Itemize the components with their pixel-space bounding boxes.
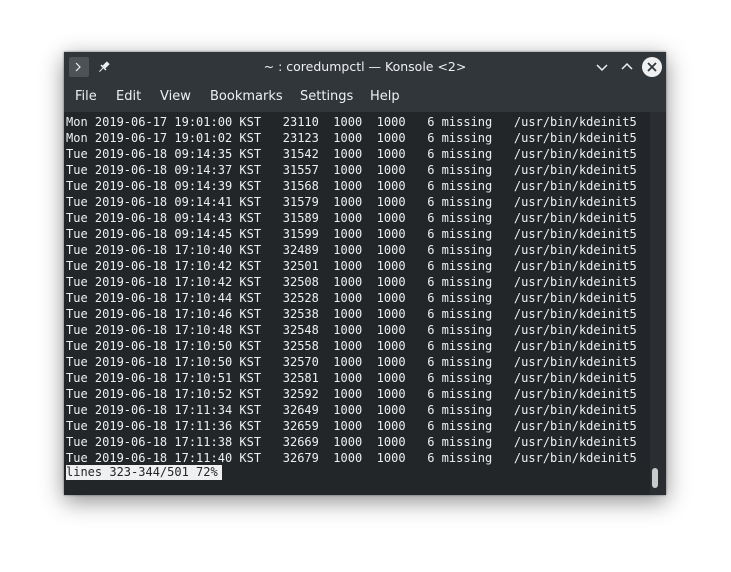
pager-status-line: lines 323-344/501 72% bbox=[66, 465, 222, 480]
terminal-line: Mon 2019-06-17 19:01:02 KST 23123 1000 1… bbox=[66, 131, 637, 145]
terminal-line: Tue 2019-06-18 17:10:42 KST 32508 1000 1… bbox=[66, 275, 637, 289]
chevron-down-icon bbox=[596, 64, 608, 72]
terminal-line: Tue 2019-06-18 09:14:41 KST 31579 1000 1… bbox=[66, 195, 637, 209]
terminal-line: Tue 2019-06-18 17:11:34 KST 32649 1000 1… bbox=[66, 403, 637, 417]
scrollbar-track[interactable] bbox=[650, 112, 666, 495]
title-bar[interactable]: ~ : coredumpctl — Konsole <2> bbox=[64, 52, 666, 82]
terminal-line: Tue 2019-06-18 17:11:38 KST 32669 1000 1… bbox=[66, 435, 637, 449]
terminal-line: Tue 2019-06-18 17:10:51 KST 32581 1000 1… bbox=[66, 371, 637, 385]
menu-file[interactable]: File bbox=[75, 82, 97, 112]
close-icon bbox=[647, 62, 657, 72]
menu-bookmarks[interactable]: Bookmarks bbox=[210, 82, 283, 112]
terminal-line: Tue 2019-06-18 17:10:46 KST 32538 1000 1… bbox=[66, 307, 637, 321]
window-title: ~ : coredumpctl — Konsole <2> bbox=[263, 59, 467, 74]
terminal-line: Tue 2019-06-18 17:10:50 KST 32570 1000 1… bbox=[66, 355, 637, 369]
close-button[interactable] bbox=[642, 57, 662, 77]
terminal-output[interactable]: Mon 2019-06-17 19:01:00 KST 23110 1000 1… bbox=[64, 112, 650, 495]
pin-icon[interactable] bbox=[94, 57, 114, 77]
menu-settings[interactable]: Settings bbox=[300, 82, 353, 112]
terminal-line: Tue 2019-06-18 17:11:36 KST 32659 1000 1… bbox=[66, 419, 637, 433]
terminal-line: Tue 2019-06-18 17:11:40 KST 32679 1000 1… bbox=[66, 451, 637, 465]
menu-edit[interactable]: Edit bbox=[116, 82, 141, 112]
terminal-line: Tue 2019-06-18 09:14:39 KST 31568 1000 1… bbox=[66, 179, 637, 193]
terminal-line: Tue 2019-06-18 17:10:52 KST 32592 1000 1… bbox=[66, 387, 637, 401]
menu-view[interactable]: View bbox=[160, 82, 191, 112]
terminal-line: Tue 2019-06-18 09:14:45 KST 31599 1000 1… bbox=[66, 227, 637, 241]
minimize-button[interactable] bbox=[592, 57, 612, 77]
scrollbar-thumb[interactable] bbox=[652, 468, 658, 488]
terminal-line: Tue 2019-06-18 17:10:44 KST 32528 1000 1… bbox=[66, 291, 637, 305]
menu-bar: File Edit View Bookmarks Settings Help bbox=[64, 82, 666, 112]
terminal-line: Tue 2019-06-18 17:10:42 KST 32501 1000 1… bbox=[66, 259, 637, 273]
konsole-icon[interactable] bbox=[69, 57, 89, 77]
terminal-line: Tue 2019-06-18 17:10:50 KST 32558 1000 1… bbox=[66, 339, 637, 353]
terminal-line: Tue 2019-06-18 09:14:43 KST 31589 1000 1… bbox=[66, 211, 637, 225]
terminal-line: Tue 2019-06-18 17:10:40 KST 32489 1000 1… bbox=[66, 243, 637, 257]
terminal-line: Tue 2019-06-18 09:14:35 KST 31542 1000 1… bbox=[66, 147, 637, 161]
maximize-button[interactable] bbox=[617, 57, 637, 77]
menu-help[interactable]: Help bbox=[370, 82, 400, 112]
terminal-line: Tue 2019-06-18 17:10:48 KST 32548 1000 1… bbox=[66, 323, 637, 337]
terminal-line: Mon 2019-06-17 19:01:00 KST 23110 1000 1… bbox=[66, 115, 637, 129]
terminal-line: Tue 2019-06-18 09:14:37 KST 31557 1000 1… bbox=[66, 163, 637, 177]
konsole-window: ~ : coredumpctl — Konsole <2> File Edit … bbox=[64, 52, 666, 495]
chevron-up-icon bbox=[621, 62, 633, 70]
